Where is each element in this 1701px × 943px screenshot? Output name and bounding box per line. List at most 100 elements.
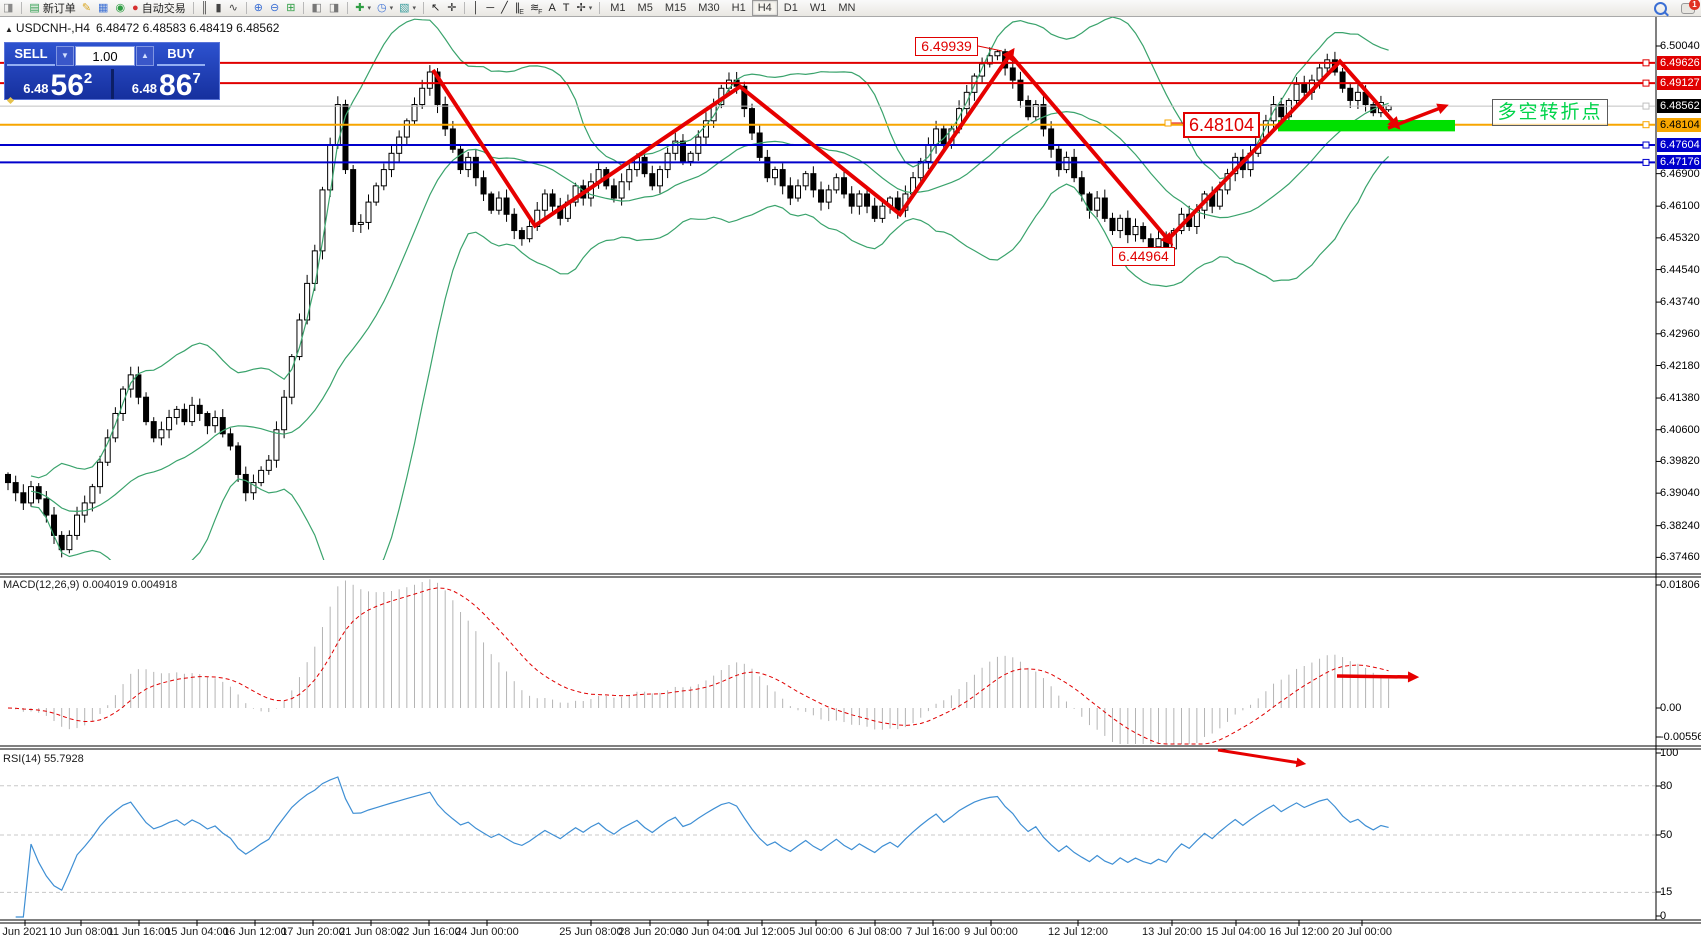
autotrading-button: ●: [132, 3, 139, 14]
arrows-icon[interactable]: ✢▾: [574, 1, 596, 16]
channel-icon[interactable]: ∥E: [512, 1, 527, 16]
price-tick-6.39820: 6.39820: [1660, 454, 1700, 468]
time-tick-label: Jun 2021: [2, 926, 47, 938]
level-annotation[interactable]: 6.48104: [1183, 112, 1260, 138]
macd-pane: [8, 579, 1389, 744]
horizontal-line-icon: ─: [486, 3, 494, 14]
timeframe-button-h1[interactable]: H1: [726, 0, 752, 16]
price-tick-6.43740: 6.43740: [1660, 295, 1700, 309]
new-order-button: ▤: [29, 3, 39, 14]
auto-arrange-icon: ◧: [311, 3, 321, 14]
periods-button[interactable]: ◷▾: [374, 1, 396, 16]
line-chart-icon[interactable]: ∿: [226, 1, 242, 16]
crosshair-icon: ✛: [447, 3, 456, 14]
timeframe-button-m15[interactable]: M15: [659, 0, 692, 16]
signals-icon[interactable]: ◉: [112, 1, 129, 16]
zoom-in-icon[interactable]: ⊕: [251, 1, 267, 16]
support-zone-rect[interactable]: [1278, 120, 1455, 131]
zoom-in-icon: ⊕: [254, 3, 263, 14]
cascade-icon[interactable]: ◨: [326, 1, 343, 16]
horizontal-line-icon[interactable]: ─: [483, 1, 498, 16]
buy-price-sup: 7: [192, 70, 200, 87]
time-tick-label: 20 Jul 00:00: [1332, 926, 1392, 938]
buy-price[interactable]: 6.48867: [114, 69, 220, 99]
price-label-6.48104: 6.48104: [1657, 118, 1701, 132]
toolbar-separator: [599, 2, 600, 14]
volume-down-button[interactable]: ▼: [56, 46, 74, 66]
timeframe-button-w1[interactable]: W1: [804, 0, 833, 16]
buy-price-small: 6.48: [132, 81, 157, 96]
symbol-name: USDCNH-,H4: [16, 21, 90, 35]
zoom-out-icon[interactable]: ⊖: [267, 1, 283, 16]
buy-price-big: 86: [159, 74, 192, 99]
new-chart-icon[interactable]: ▦: [95, 1, 112, 16]
price-label-6.47604: 6.47604: [1657, 138, 1701, 152]
time-tick-label: 11 Jun 16:00: [108, 926, 171, 938]
timeframe-button-mn[interactable]: MN: [832, 0, 861, 16]
notification-badge: 1: [1689, 0, 1700, 10]
styles-icon[interactable]: ✎: [79, 1, 95, 16]
timeframe-button-m30[interactable]: M30: [692, 0, 725, 16]
autotrading-button[interactable]: ●自动交易: [129, 1, 189, 16]
toolbar-separator: [193, 2, 194, 14]
vertical-line-icon[interactable]: │: [469, 1, 483, 16]
auto-arrange-icon[interactable]: ◧: [308, 1, 325, 16]
collapse-arrow-icon[interactable]: ▲: [5, 25, 13, 34]
fibonacci-icon[interactable]: ≋F: [527, 1, 546, 16]
indicators-button[interactable]: ✚▾: [352, 1, 374, 16]
rsi-pane: [0, 777, 1655, 917]
turning-point-text[interactable]: 多空转折点: [1492, 99, 1608, 126]
macd-tick-0.01806: 0.01806: [1660, 578, 1700, 592]
price-label-6.49626: 6.49626: [1657, 56, 1701, 70]
time-axis: Jun 202110 Jun 08:0011 Jun 16:0015 Jun 0…: [0, 924, 1701, 943]
bar-chart-icon[interactable]: ║: [198, 1, 213, 16]
candlestick-icon[interactable]: ▮: [213, 1, 226, 16]
timeframe-button-m1[interactable]: M1: [604, 0, 631, 16]
notifications-icon[interactable]: 1: [1681, 3, 1695, 14]
price-axis: 6.496266.491276.485626.481046.476046.471…: [1657, 0, 1701, 943]
volume-up-button[interactable]: ▲: [136, 46, 154, 66]
price-tick-6.40600: 6.40600: [1660, 423, 1700, 437]
time-tick-label: 22 Jun 16:00: [397, 926, 461, 938]
trendline-icon[interactable]: ╱: [498, 1, 512, 16]
price-tick-6.42960: 6.42960: [1660, 327, 1700, 341]
buy-button[interactable]: BUY: [157, 46, 205, 66]
search-icon[interactable]: [1654, 2, 1667, 15]
arrows-icon: ✢: [577, 3, 586, 14]
pivot-low-annotation[interactable]: 6.44964: [1112, 247, 1175, 266]
templates-button[interactable]: ▧▾: [396, 1, 419, 16]
cursor-icon[interactable]: ↖: [428, 1, 444, 16]
timeframe-button-m5[interactable]: M5: [632, 0, 659, 16]
rsi-arrow[interactable]: [1218, 750, 1300, 763]
text-icon[interactable]: A: [545, 1, 559, 16]
pivot-high-annotation[interactable]: 6.49939: [915, 37, 978, 56]
sell-button[interactable]: SELL: [7, 46, 55, 66]
price-tick-6.38240: 6.38240: [1660, 519, 1700, 533]
new-order-button[interactable]: ▤新订单: [26, 1, 78, 16]
price-label-6.48562: 6.48562: [1657, 99, 1701, 113]
indicators-button: ✚: [355, 3, 364, 14]
label-icon[interactable]: T: [560, 1, 574, 16]
toolbar-separator: [303, 2, 304, 14]
tile-windows-icon: ⊞: [286, 3, 295, 14]
sell-price[interactable]: 6.48562: [5, 69, 111, 99]
trendline-icon: ╱: [501, 3, 508, 14]
candlestick-icon: ▮: [216, 3, 222, 14]
volume-input[interactable]: [75, 46, 135, 66]
time-tick-label: 24 Jun 00:00: [455, 926, 519, 938]
timeframe-button-d1[interactable]: D1: [778, 0, 804, 16]
toolbar-separator: [21, 2, 22, 14]
chart-canvas[interactable]: [0, 0, 1701, 943]
chart-objects[interactable]: [0, 46, 1655, 247]
label-icon: T: [563, 3, 570, 14]
macd-arrow[interactable]: [1337, 676, 1412, 677]
price-tick-6.50040: 6.50040: [1660, 39, 1700, 53]
styles-icon: ✎: [82, 3, 91, 14]
text-icon: A: [548, 3, 555, 14]
market-watch-icon[interactable]: ◨: [0, 1, 17, 16]
bollinger-middle: [31, 103, 1389, 511]
timeframe-button-h4[interactable]: H4: [752, 0, 778, 16]
crosshair-icon[interactable]: ✛: [444, 1, 460, 16]
toolbar-separator: [347, 2, 348, 14]
tile-windows-icon[interactable]: ⊞: [283, 1, 299, 16]
